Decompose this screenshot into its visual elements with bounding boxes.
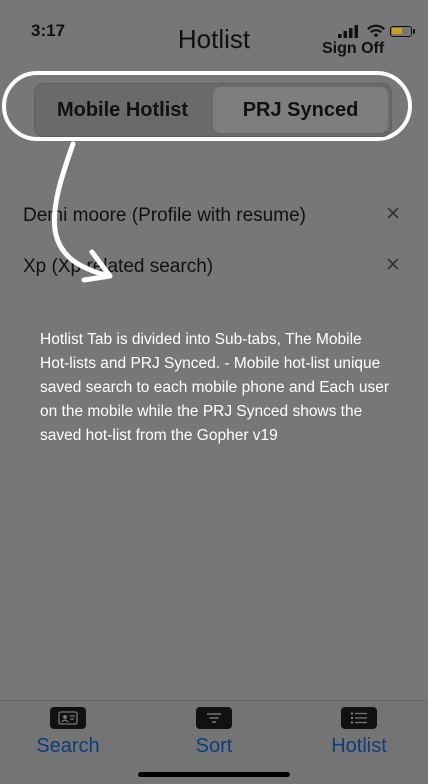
tab-hotlist[interactable]: Hotlist [304, 707, 414, 758]
tab-prj-synced[interactable]: PRJ Synced [213, 87, 388, 133]
annotation-text: Hotlist Tab is divided into Sub-tabs, Th… [40, 331, 389, 444]
tab-mobile-hotlist[interactable]: Mobile Hotlist [35, 84, 210, 136]
annotation-arrow-icon [51, 141, 113, 283]
sort-icon [196, 707, 232, 729]
contact-card-icon [50, 707, 86, 729]
list-icon [341, 707, 377, 729]
tab-search-label: Search [36, 735, 100, 757]
sign-off-button[interactable]: Sign Off [322, 40, 384, 58]
close-icon[interactable] [386, 206, 400, 220]
tab-hotlist-label: Hotlist [331, 735, 387, 757]
home-indicator[interactable] [138, 772, 290, 777]
tab-sort[interactable]: Sort [159, 707, 269, 758]
tab-sort-label: Sort [195, 735, 233, 757]
close-icon[interactable] [386, 257, 400, 271]
segmented-control: Mobile Hotlist PRJ Synced [34, 83, 392, 137]
tab-search[interactable]: Search [13, 707, 123, 758]
